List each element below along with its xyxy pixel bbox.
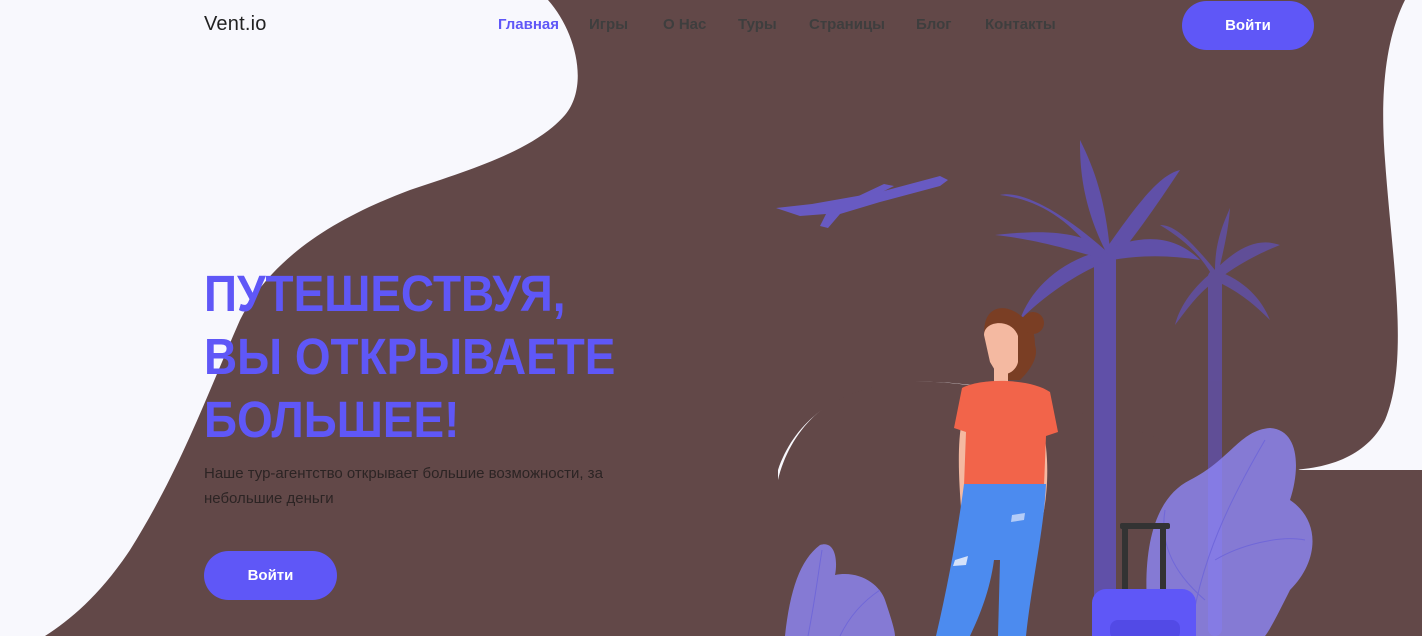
- nav-item-blog[interactable]: Блог: [916, 16, 952, 33]
- login-button-header[interactable]: Войти: [1182, 1, 1314, 50]
- login-button-hero[interactable]: Войти: [204, 551, 337, 600]
- nav-item-about[interactable]: О Нас: [663, 16, 706, 33]
- hero-description: Наше тур-агентство открывает большие воз…: [204, 465, 603, 507]
- nav-item-tours[interactable]: Туры: [738, 16, 777, 33]
- nav-item-contacts[interactable]: Контакты: [985, 16, 1056, 33]
- nav-item-games[interactable]: Игры: [589, 16, 628, 33]
- site-logo[interactable]: Vent.io: [204, 13, 267, 36]
- hero-title: ПУТЕШЕСТВУЯ, ВЫ ОТКРЫВАЕТЕ БОЛЬШЕЕ!: [204, 265, 616, 448]
- nav-item-pages[interactable]: Страницы: [809, 16, 885, 33]
- nav-item-home[interactable]: Главная: [498, 16, 559, 33]
